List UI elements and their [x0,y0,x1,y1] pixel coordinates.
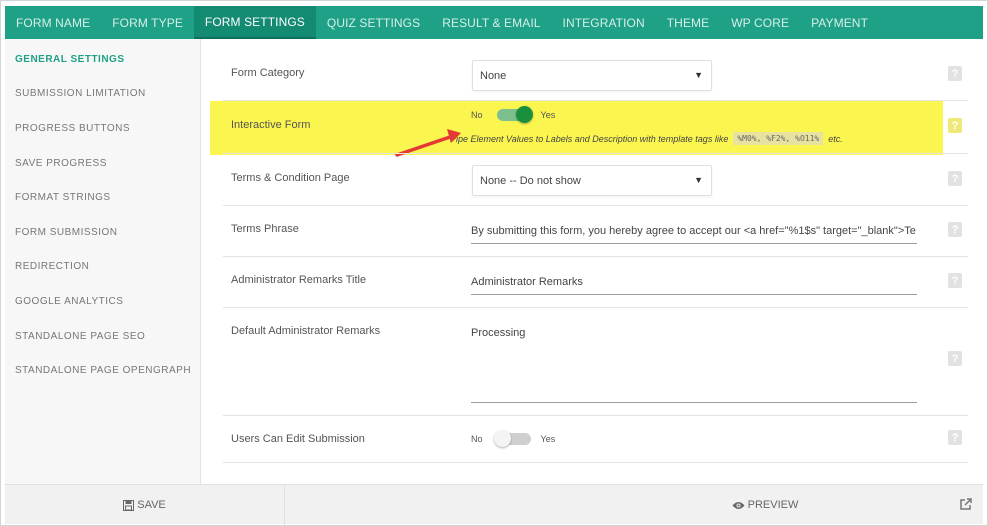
footer-bar: SAVE PREVIEW [5,484,983,525]
settings-sidebar: GENERAL SETTINGS SUBMISSION LIMITATION P… [5,39,201,484]
tab-payment[interactable]: PAYMENT [800,6,879,39]
help-icon[interactable]: ? [948,66,962,81]
help-icon[interactable]: ? [948,430,962,445]
chevron-down-icon: ▼ [694,175,703,185]
toggle-track[interactable] [493,430,531,447]
setting-row-terms-phrase: Terms Phrase By submitting this form, yo… [223,206,968,257]
terms-page-label: Terms & Condition Page [231,172,350,184]
toggle-knob[interactable] [493,430,511,447]
floppy-disk-icon [123,499,135,511]
terms-phrase-label: Terms Phrase [231,223,299,235]
chevron-down-icon: ▼ [694,70,703,80]
form-category-label: Form Category [231,67,305,79]
save-button[interactable]: SAVE [5,485,285,525]
help-icon[interactable]: ? [948,171,962,186]
external-link-icon[interactable] [959,497,973,511]
toggle-on-label: Yes [540,110,556,120]
tab-integration[interactable]: INTEGRATION [552,6,656,39]
template-tags-code: %M0%, %F2%, %O11% [733,132,824,145]
tab-result-email[interactable]: RESULT & EMAIL [431,6,551,39]
preview-button[interactable]: PREVIEW [665,485,865,525]
default-admin-remarks-label: Default Administrator Remarks [231,325,381,337]
form-category-select[interactable]: None ▼ [472,60,712,91]
interactive-form-description: Pipe Element Values to Labels and Descri… [450,132,843,145]
tab-wp-core[interactable]: WP CORE [720,6,800,39]
terms-page-value: None -- Do not show [480,174,581,187]
note-prefix: Pipe Element Values to Labels and Descri… [450,133,729,144]
sidebar-item-standalone-page-seo[interactable]: STANDALONE PAGE SEO [5,319,200,354]
sidebar-item-save-progress[interactable]: SAVE PROGRESS [5,146,200,181]
eye-icon [732,501,745,509]
tab-bar: FORM NAME FORM TYPE FORM SETTINGS QUIZ S… [5,6,983,39]
sidebar-item-redirection[interactable]: REDIRECTION [5,250,200,285]
users-can-edit-toggle[interactable]: No Yes [471,430,556,447]
help-icon[interactable]: ? [948,351,962,366]
toggle-off-label: No [471,434,483,444]
tab-form-name[interactable]: FORM NAME [5,6,101,39]
toggle-off-label: No [471,110,483,120]
terms-page-select[interactable]: None -- Do not show ▼ [472,165,712,196]
tab-form-type[interactable]: FORM TYPE [101,6,194,39]
setting-row-users-can-edit: Users Can Edit Submission No Yes ? [223,416,968,463]
help-icon[interactable]: ? [948,273,962,288]
sidebar-item-google-analytics[interactable]: GOOGLE ANALYTICS [5,284,200,319]
admin-remarks-title-input[interactable]: Administrator Remarks [471,273,917,295]
setting-row-terms-page: Terms & Condition Page None -- Do not sh… [223,153,968,206]
terms-phrase-input[interactable]: By submitting this form, you hereby agre… [471,222,917,244]
sidebar-item-standalone-page-opengraph[interactable]: STANDALONE PAGE OPENGRAPH [5,353,200,388]
tab-form-settings[interactable]: FORM SETTINGS [193,6,316,39]
users-can-edit-label: Users Can Edit Submission [231,433,365,445]
tab-theme[interactable]: THEME [656,6,721,39]
preview-label: PREVIEW [747,499,799,511]
save-label: SAVE [137,499,166,511]
sidebar-item-format-strings[interactable]: FORMAT STRINGS [5,180,200,215]
setting-row-admin-remarks-title: Administrator Remarks Title Administrato… [223,257,968,308]
admin-remarks-title-label: Administrator Remarks Title [231,274,367,286]
sidebar-item-form-submission[interactable]: FORM SUBMISSION [5,215,200,250]
note-suffix: etc. [828,133,843,144]
setting-row-form-category: Form Category None ▼ ? [223,49,968,101]
tab-quiz-settings[interactable]: QUIZ SETTINGS [316,6,431,39]
sidebar-item-general-settings[interactable]: GENERAL SETTINGS [5,42,200,77]
sidebar-item-progress-buttons[interactable]: PROGRESS BUTTONS [5,111,200,146]
settings-panel: Form Category None ▼ ? Interactive Form … [201,39,983,484]
toggle-on-label: Yes [540,434,556,444]
default-admin-remarks-textarea[interactable]: Processing [471,324,917,403]
interactive-form-label: Interactive Form [231,119,311,131]
form-category-value: None [480,69,507,82]
toggle-track[interactable] [496,106,533,123]
help-icon[interactable]: ? [948,118,962,133]
app-frame: FORM NAME FORM TYPE FORM SETTINGS QUIZ S… [0,0,988,526]
setting-row-default-admin-remarks: Default Administrator Remarks Processing… [223,308,968,416]
sidebar-item-submission-limitation[interactable]: SUBMISSION LIMITATION [5,77,200,112]
interactive-form-toggle[interactable]: No Yes [471,106,556,123]
toggle-knob[interactable] [515,106,533,123]
setting-row-interactive-form: Interactive Form No Yes ? [223,101,968,153]
help-icon[interactable]: ? [948,222,962,237]
